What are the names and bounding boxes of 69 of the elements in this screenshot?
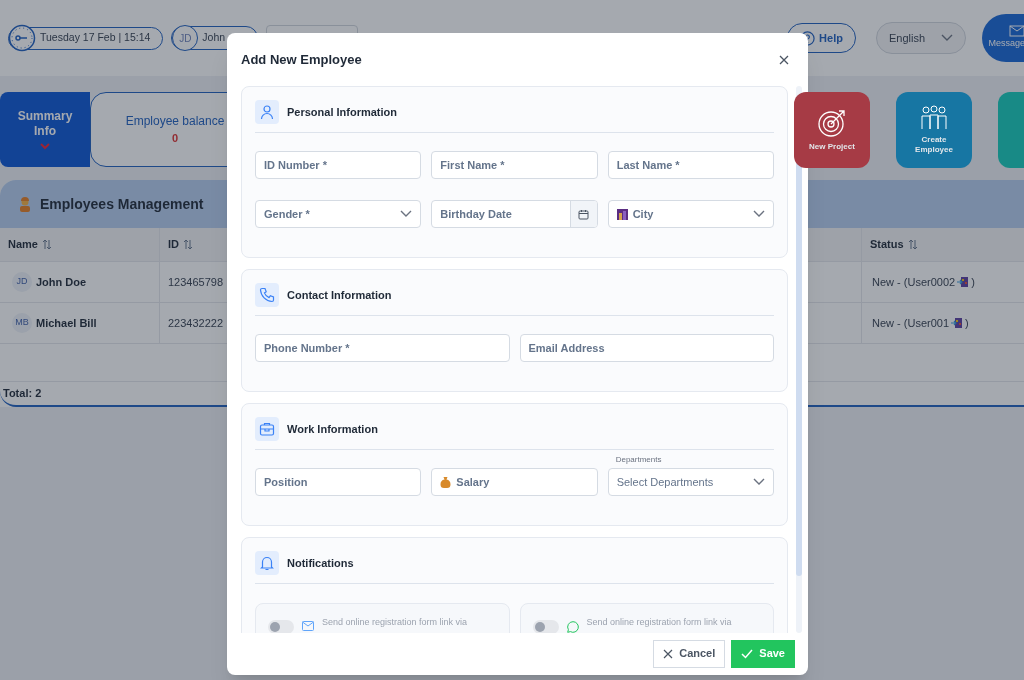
section-title: Contact Information xyxy=(287,287,392,303)
panel-title: Employees Management xyxy=(40,194,204,214)
option-text: Send online registration form link via xyxy=(586,616,732,629)
section-title: Work Information xyxy=(287,421,378,437)
calendar-button[interactable] xyxy=(569,201,597,227)
chevron-down-icon xyxy=(753,210,765,218)
avatar: JD xyxy=(12,272,32,292)
column-header: ID xyxy=(168,237,179,253)
language-dropdown[interactable]: English xyxy=(875,22,966,54)
date-field[interactable]: Birthday Date xyxy=(431,200,598,228)
text-field[interactable]: Last Name * xyxy=(607,151,774,179)
sort-icon[interactable] xyxy=(41,239,52,250)
avatar: JD xyxy=(172,25,199,51)
text-field[interactable]: Phone Number * xyxy=(255,334,510,362)
text-field[interactable]: Position xyxy=(255,468,422,496)
shortcut-tile[interactable]: New Project xyxy=(794,92,870,168)
door-icon xyxy=(957,276,970,288)
sort-icon[interactable] xyxy=(183,239,193,250)
option-text: Send online registration form link via xyxy=(322,616,468,629)
summary-info-tab[interactable]: Summary Info xyxy=(0,92,90,167)
table-cell-text: 123465798 xyxy=(168,274,224,290)
status-text: ) xyxy=(965,315,969,331)
chevron-down-icon xyxy=(753,478,765,486)
cancel-button[interactable]: Cancel xyxy=(653,639,726,668)
door-icon xyxy=(951,317,964,329)
chevron-down-icon xyxy=(941,34,953,42)
section-title: Notifications xyxy=(287,555,354,571)
column-header: Name xyxy=(8,237,38,253)
total-count: Total: 2 xyxy=(3,386,42,402)
employee-name: Michael Bill xyxy=(36,315,97,331)
section-title: Personal Information xyxy=(287,104,398,120)
city-icon xyxy=(616,208,628,220)
select-field[interactable]: City xyxy=(607,200,774,228)
field-label: Departments xyxy=(615,454,662,466)
calendar-icon xyxy=(578,208,590,220)
chevron-down-icon xyxy=(40,143,50,150)
text-field[interactable]: First Name * xyxy=(431,151,598,179)
status-text: New - (User0002 xyxy=(872,274,956,290)
envelope-icon xyxy=(1007,25,1024,38)
select-field[interactable]: Select Departments xyxy=(607,468,774,496)
chat-bubble-icon xyxy=(566,621,579,633)
clock-icon xyxy=(8,24,36,52)
shortcut-tile[interactable] xyxy=(998,92,1024,168)
checkmark-icon xyxy=(741,648,754,659)
close-icon xyxy=(779,54,789,65)
messages-button[interactable]: Message xyxy=(982,14,1024,62)
dialog-title: Add New Employee xyxy=(241,50,362,69)
sort-icon[interactable] xyxy=(907,239,918,250)
text-field[interactable]: ID Number * xyxy=(255,151,422,179)
chevron-down-icon xyxy=(400,210,413,218)
toggle-switch[interactable] xyxy=(532,620,559,633)
envelope-icon xyxy=(302,621,314,631)
salary-field[interactable]: Salary xyxy=(431,468,598,496)
select-field[interactable]: Gender * xyxy=(255,200,422,228)
money-bag-icon xyxy=(440,476,452,488)
status-text: ) xyxy=(971,274,975,290)
close-icon xyxy=(663,648,674,659)
shortcut-tile[interactable]: Create Employee xyxy=(896,92,972,168)
target-icon xyxy=(817,108,847,138)
table-cell-text: 223432222 xyxy=(168,315,224,331)
worker-icon xyxy=(18,196,32,212)
toggle-switch[interactable] xyxy=(268,620,294,633)
employee-name: John Doe xyxy=(36,274,87,290)
text-field[interactable]: Email Address xyxy=(519,334,774,362)
column-header: Status xyxy=(870,237,904,253)
status-text: New - (User001 xyxy=(872,315,950,331)
scrollbar[interactable] xyxy=(796,86,802,633)
people-icon xyxy=(920,105,948,131)
avatar: MB xyxy=(12,313,32,333)
